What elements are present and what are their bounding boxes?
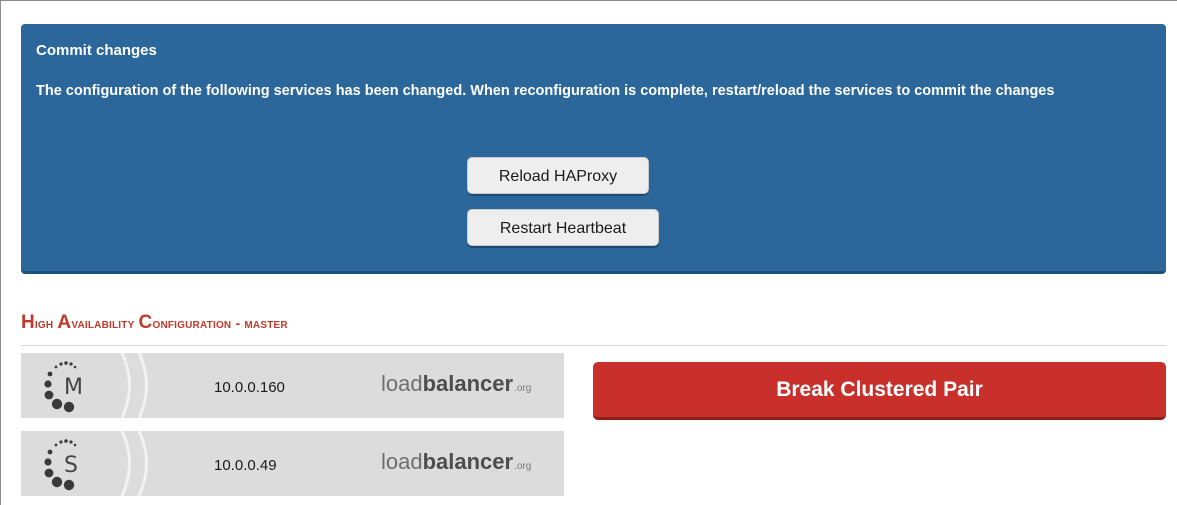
master-brand-logo: loadbalancer.org — [381, 371, 531, 397]
slave-node-ip: 10.0.0.49 — [214, 457, 277, 474]
master-node-letter: M — [64, 375, 83, 400]
slave-node-logo-icon: S — [44, 439, 78, 491]
break-clustered-pair-button[interactable]: Break Clustered Pair — [593, 362, 1166, 420]
slave-node-card: S 10.0.0.49 loadbalancer.org — [21, 431, 564, 496]
reload-haproxy-button[interactable]: Reload HAProxy — [467, 157, 649, 194]
slave-node-letter: S — [64, 453, 78, 478]
ha-heading-prefix: High Availability Configuration - — [21, 312, 241, 333]
brand-load-text: load — [381, 449, 423, 474]
restart-heartbeat-button[interactable]: Restart Heartbeat — [467, 209, 659, 246]
master-node-card: M 10.0.0.160 loadbalancer.org — [21, 353, 564, 418]
master-node-ip: 10.0.0.160 — [214, 379, 285, 396]
frame-border-left — [0, 0, 1, 505]
master-node-logo-icon: M — [44, 361, 83, 413]
slave-brand-logo: loadbalancer.org — [381, 449, 531, 475]
brand-balancer-text: balancer — [422, 371, 514, 396]
brand-load-text: load — [381, 371, 423, 396]
brand-tld-text: .org — [514, 461, 532, 472]
section-divider — [21, 345, 1166, 346]
ha-heading-role: master — [244, 315, 288, 331]
commit-changes-title: Commit changes — [36, 42, 157, 59]
brand-balancer-text: balancer — [422, 449, 514, 474]
commit-changes-message: The configuration of the following servi… — [36, 83, 1055, 99]
ha-configuration-heading: High Availability Configuration - master — [21, 312, 288, 334]
commit-changes-panel: Commit changes The configuration of the … — [21, 24, 1166, 274]
brand-tld-text: .org — [514, 383, 532, 394]
slave-node-separator — [120, 431, 148, 496]
master-node-separator — [120, 353, 148, 418]
frame-border-top — [0, 0, 1177, 1]
